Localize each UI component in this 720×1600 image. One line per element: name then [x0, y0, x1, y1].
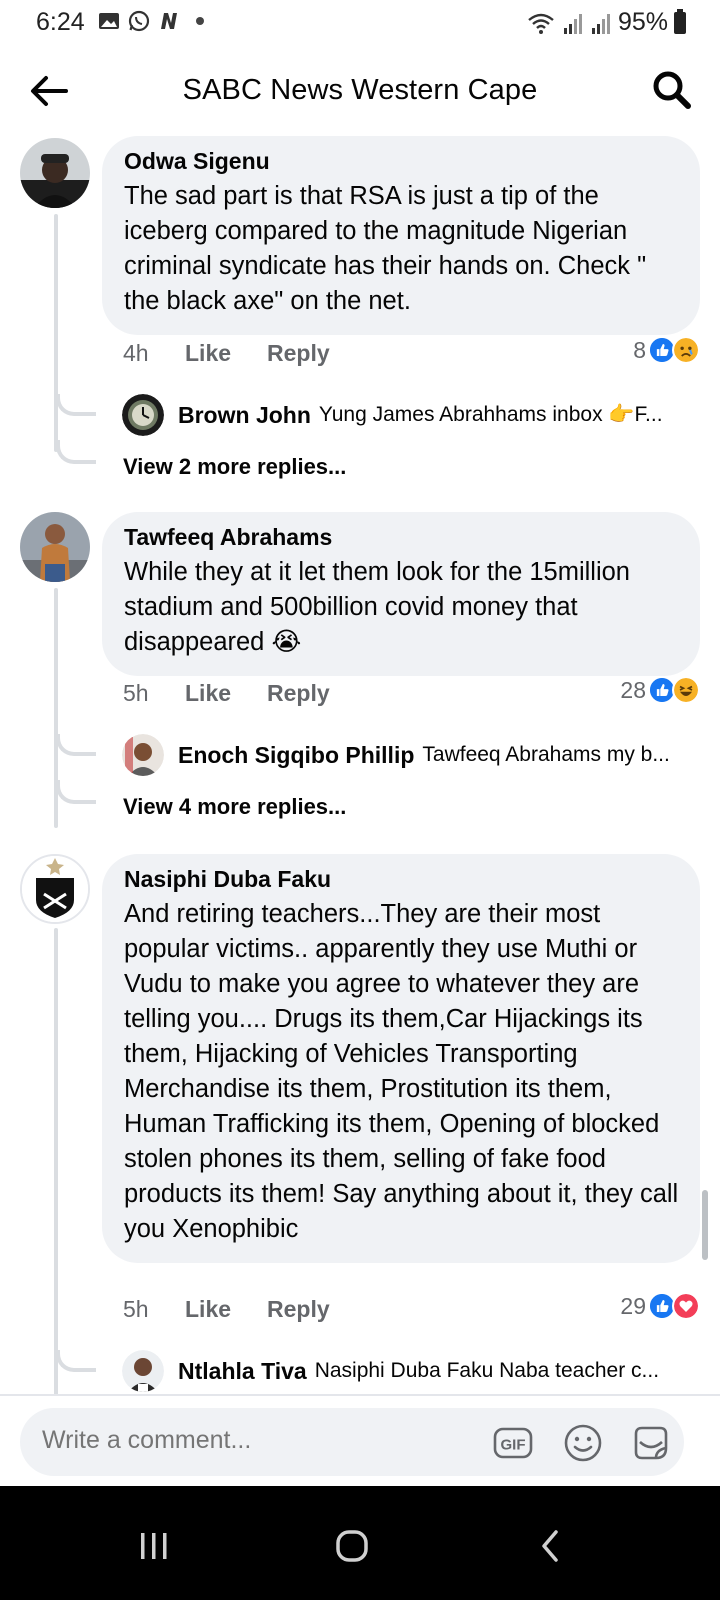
battery-percent: 95%	[617, 8, 668, 36]
system-nav-bar	[0, 1486, 720, 1600]
recent-apps-icon[interactable]	[124, 1516, 184, 1576]
sad-reaction-icon	[672, 336, 700, 364]
comments-list[interactable]: Odwa Sigenu The sad part is that RSA is …	[0, 130, 720, 1422]
reply-author[interactable]: Enoch Sigqibo Phillip	[178, 742, 414, 769]
comment-composer[interactable]: GIF	[20, 1408, 684, 1476]
reply-avatar[interactable]	[122, 1350, 164, 1392]
comment-actions: 5h Like Reply	[123, 1296, 330, 1323]
reply-button[interactable]: Reply	[267, 1296, 330, 1323]
status-bar: 6:24 95%	[0, 0, 720, 48]
reply-button[interactable]: Reply	[267, 340, 330, 367]
reply-connector	[56, 734, 96, 756]
search-icon[interactable]	[650, 68, 694, 112]
page-title: SABC News Western Cape	[182, 74, 538, 106]
like-button[interactable]: Like	[185, 680, 267, 707]
reply-preview[interactable]: Ntlahla Tiva Nasiphi Duba Faku Naba teac…	[122, 1350, 700, 1392]
gif-icon[interactable]: GIF	[492, 1422, 534, 1464]
comment-input[interactable]	[42, 1426, 462, 1455]
comment-actions: 4h Like Reply	[123, 340, 330, 367]
status-time: 6:24	[36, 8, 85, 36]
comment-time: 5h	[123, 1296, 149, 1322]
reply-button[interactable]: Reply	[267, 680, 330, 707]
like-button[interactable]: Like	[185, 1296, 267, 1323]
scrollbar-thumb[interactable]	[702, 1190, 708, 1260]
thread-line	[54, 928, 58, 1422]
like-button[interactable]: Like	[185, 340, 267, 367]
avatar[interactable]	[20, 512, 90, 582]
system-icons: 95%	[526, 8, 686, 37]
reply-author[interactable]: Ntlahla Tiva	[178, 1358, 307, 1385]
reaction-count: 8	[633, 336, 646, 363]
battery-icon	[674, 8, 686, 34]
thread-line	[54, 214, 58, 452]
reply-text: Tawfeeq Abrahams my b...	[422, 743, 670, 766]
reply-preview[interactable]: Enoch Sigqibo Phillip Tawfeeq Abrahams m…	[122, 734, 700, 776]
reaction-count: 28	[620, 676, 646, 703]
comment-bubble[interactable]: Odwa Sigenu The sad part is that RSA is …	[102, 136, 700, 335]
gallery-icon	[99, 13, 119, 29]
comment-bubble[interactable]: Nasiphi Duba Faku And retiring teachers.…	[102, 854, 700, 1263]
notification-icons	[98, 10, 204, 32]
wifi-icon	[528, 13, 554, 34]
reactions-summary[interactable]: 28	[620, 676, 700, 704]
reply-text: Nasiphi Duba Faku Naba teacher c...	[314, 1359, 660, 1382]
comment-bubble[interactable]: Tawfeeq Abrahams While they at it let th…	[102, 512, 700, 676]
comment-time: 5h	[123, 680, 149, 706]
view-more-replies[interactable]: View 2 more replies...	[123, 454, 346, 480]
view-more-connector	[56, 780, 96, 804]
signal-icon-2	[591, 13, 610, 34]
reply-preview[interactable]: Brown John Yung James Abrahhams inbox 👉F…	[122, 394, 700, 436]
comment-text: The sad part is that RSA is just a tip o…	[124, 182, 647, 315]
gif-label: GIF	[501, 1437, 526, 1454]
reply-connector	[56, 394, 96, 416]
reply-text: Yung James Abrahhams inbox 👉F...	[318, 403, 663, 426]
reply-avatar[interactable]	[122, 394, 164, 436]
comment-author[interactable]: Tawfeeq Abrahams	[124, 524, 680, 551]
reactions-summary[interactable]: 8	[633, 336, 700, 364]
back-icon[interactable]	[520, 1516, 580, 1576]
signal-icon	[563, 13, 582, 34]
view-more-replies[interactable]: View 4 more replies...	[123, 794, 346, 820]
comment-text: While they at it let them look for the 1…	[124, 558, 630, 656]
avatar[interactable]	[20, 138, 90, 208]
emoji-icon[interactable]	[562, 1422, 604, 1464]
more-notifications-dot	[196, 17, 204, 25]
news-app-icon	[161, 13, 177, 29]
comment-time: 4h	[123, 340, 149, 366]
whatsapp-icon	[128, 10, 150, 32]
reply-connector	[56, 1350, 96, 1372]
comment-composer-bar: GIF	[0, 1394, 720, 1486]
reply-avatar[interactable]	[122, 734, 164, 776]
sticker-icon[interactable]	[630, 1422, 672, 1464]
view-more-connector	[56, 440, 96, 464]
love-reaction-icon	[672, 1292, 700, 1320]
home-icon[interactable]	[322, 1516, 382, 1576]
app-header: SABC News Western Cape	[0, 56, 720, 126]
comment-text: And retiring teachers...They are their m…	[124, 900, 679, 1243]
comment-author[interactable]: Odwa Sigenu	[124, 148, 680, 175]
reactions-summary[interactable]: 29	[620, 1292, 700, 1320]
haha-reaction-icon	[672, 676, 700, 704]
comment-actions: 5h Like Reply	[123, 680, 330, 707]
reaction-count: 29	[620, 1292, 646, 1319]
reply-author[interactable]: Brown John	[178, 402, 311, 429]
comment-author[interactable]: Nasiphi Duba Faku	[124, 866, 680, 893]
avatar[interactable]	[20, 854, 90, 924]
